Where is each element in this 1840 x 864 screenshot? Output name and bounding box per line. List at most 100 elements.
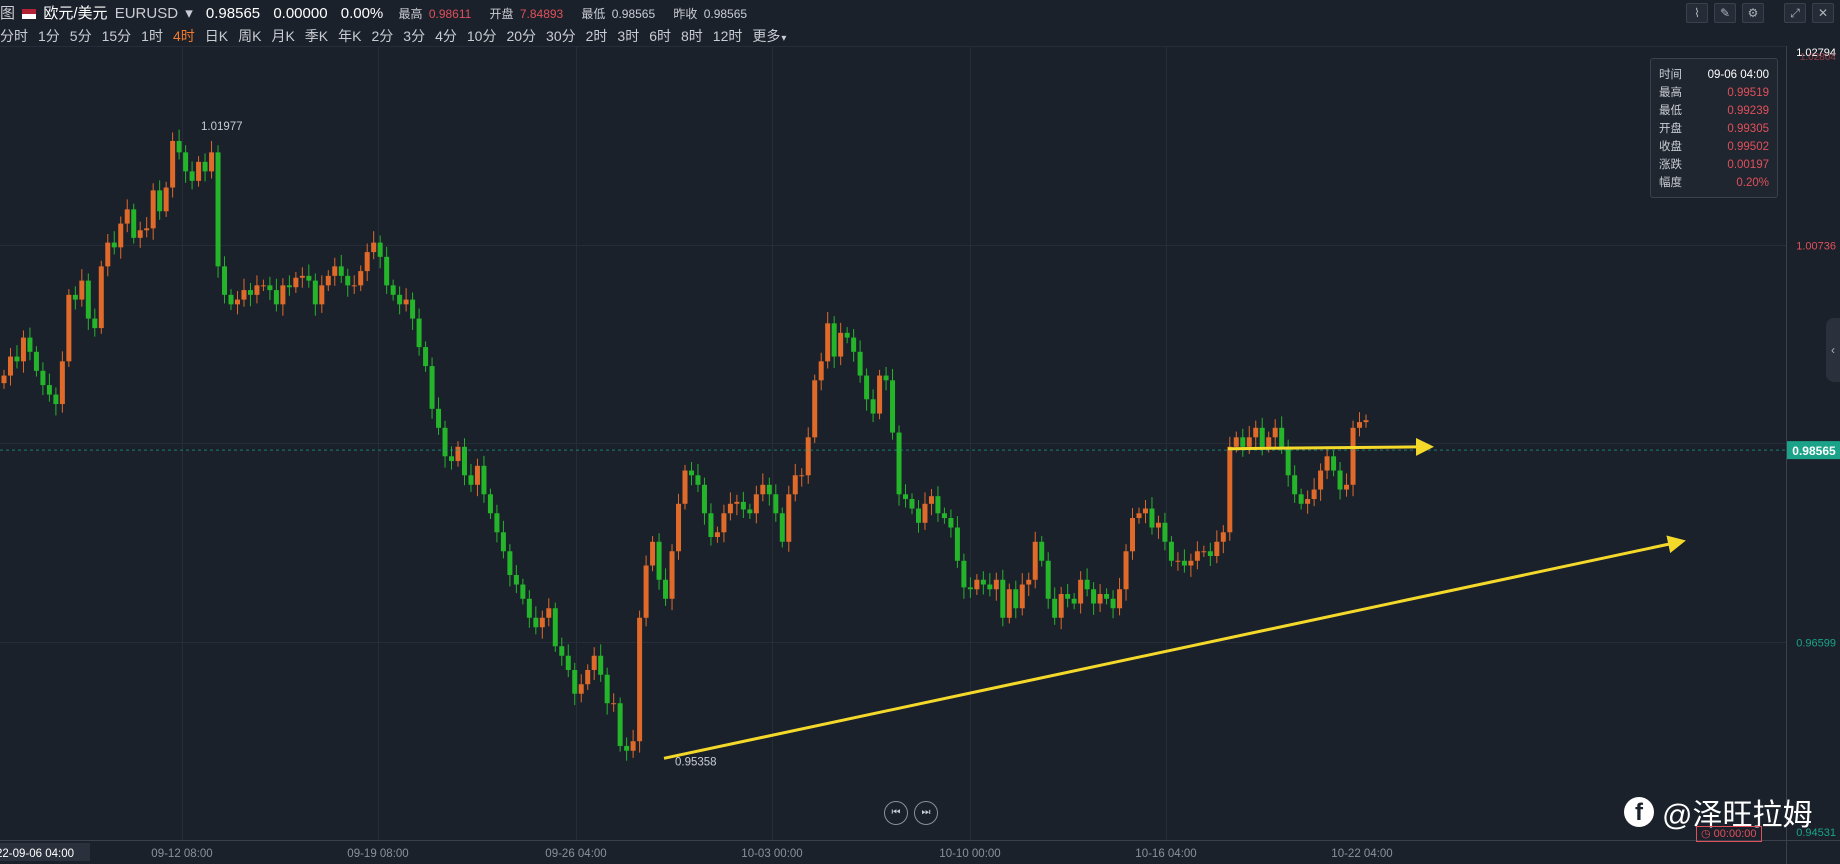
indicator-icon[interactable]: ⌇ xyxy=(1686,3,1708,23)
candle-66 xyxy=(429,357,435,419)
candle-169 xyxy=(1097,584,1103,613)
candle-42 xyxy=(273,278,279,312)
interval-6[interactable]: 日K xyxy=(205,26,228,46)
interval-12[interactable]: 3分 xyxy=(403,26,425,46)
y-tick-2: 0.96599 xyxy=(1796,638,1836,650)
candle-107 xyxy=(695,463,701,492)
candle-136 xyxy=(883,367,889,391)
candle-103 xyxy=(669,544,675,611)
candle-156 xyxy=(1013,580,1019,619)
symbol-name[interactable]: 欧元/美元 xyxy=(43,5,107,22)
interval-13[interactable]: 4分 xyxy=(435,26,457,46)
candle-160 xyxy=(1039,536,1045,567)
candle-162 xyxy=(1052,587,1058,625)
interval-3[interactable]: 15分 xyxy=(102,26,132,46)
interval-19[interactable]: 6时 xyxy=(649,26,671,46)
symbol-dropdown-icon[interactable]: ▾ xyxy=(185,5,193,22)
interval-1[interactable]: 1分 xyxy=(38,26,60,46)
candle-83 xyxy=(539,610,545,639)
candle-175 xyxy=(1136,507,1142,524)
candle-17 xyxy=(111,231,117,255)
candle-31 xyxy=(202,153,208,182)
interval-22[interactable]: 更多▾ xyxy=(752,26,796,46)
candle-0 xyxy=(1,369,7,389)
symbol-code[interactable]: EURUSD xyxy=(115,5,178,22)
candle-123 xyxy=(799,468,805,487)
price-change: 0.00000 xyxy=(273,5,328,22)
candle-165 xyxy=(1071,593,1077,610)
candle-102 xyxy=(663,568,669,606)
candle-23 xyxy=(150,183,156,240)
interval-18[interactable]: 3时 xyxy=(617,26,639,46)
skip-back-icon[interactable]: ⏮ xyxy=(884,801,908,825)
candle-205 xyxy=(1331,450,1337,477)
interval-9[interactable]: 季K xyxy=(305,26,328,46)
interval-2[interactable]: 5分 xyxy=(70,26,92,46)
interval-14[interactable]: 10分 xyxy=(467,26,497,46)
candle-127 xyxy=(825,311,831,369)
candle-75 xyxy=(487,488,493,519)
candle-131 xyxy=(851,329,857,362)
side-panel-toggle[interactable]: ‹ xyxy=(1826,318,1840,382)
candle-201 xyxy=(1305,490,1311,514)
candle-153 xyxy=(993,572,999,601)
candle-180 xyxy=(1168,536,1174,567)
interval-7[interactable]: 周K xyxy=(238,26,261,46)
candle-120 xyxy=(779,507,785,548)
bar-countdown: ◷ 00:00:00 xyxy=(1696,826,1762,842)
candle-29 xyxy=(189,161,195,190)
interval-4[interactable]: 1时 xyxy=(141,26,163,46)
x-label-3: 09-26 04:00 xyxy=(545,848,606,860)
candle-84 xyxy=(546,598,552,627)
stat-high: 最高 0.98611 xyxy=(398,7,472,21)
candle-90 xyxy=(585,664,591,690)
interval-5[interactable]: 4时 xyxy=(173,26,195,46)
candle-49 xyxy=(319,275,325,313)
candle-35 xyxy=(228,289,234,311)
interval-21[interactable]: 12时 xyxy=(713,26,743,46)
interval-8[interactable]: 月K xyxy=(271,26,294,46)
candle-41 xyxy=(267,276,273,301)
candle-138 xyxy=(896,425,902,506)
settings-sliders-icon[interactable]: ⚙ xyxy=(1742,3,1764,23)
candle-171 xyxy=(1110,590,1116,619)
candle-8 xyxy=(53,387,59,416)
interval-0[interactable]: 分时 xyxy=(0,26,28,46)
close-icon[interactable]: ✕ xyxy=(1812,3,1834,23)
interval-17[interactable]: 2时 xyxy=(586,26,608,46)
draw-pen-icon[interactable]: ✎ xyxy=(1714,3,1736,23)
more-dropdown-icon[interactable]: ▾ xyxy=(781,33,786,44)
candle-94 xyxy=(611,693,617,712)
candle-151 xyxy=(980,571,986,595)
current-price-tag-label: 0.98565 xyxy=(1792,444,1836,458)
fullscreen-icon[interactable]: ⤢ xyxy=(1784,3,1806,23)
interval-15[interactable]: 20分 xyxy=(506,26,536,46)
interval-16[interactable]: 30分 xyxy=(546,26,576,46)
candle-133 xyxy=(864,368,870,411)
candle-72 xyxy=(468,463,474,492)
candle-122 xyxy=(792,463,798,502)
candle-59 xyxy=(384,246,390,294)
interval-10[interactable]: 年K xyxy=(338,26,361,46)
skip-forward-icon[interactable]: ⏭ xyxy=(914,801,938,825)
candle-52 xyxy=(338,254,344,283)
candle-178 xyxy=(1155,515,1161,539)
y-tick-top-faint: 1.02804 xyxy=(1800,52,1837,63)
top-bar: 图 欧元/美元 EURUSD ▾ 0.98565 0.00000 0.00% 最… xyxy=(0,0,1840,24)
interval-11[interactable]: 2分 xyxy=(371,26,393,46)
candle-176 xyxy=(1142,499,1148,524)
candle-185 xyxy=(1201,545,1207,557)
candle-48 xyxy=(312,273,318,316)
candle-97 xyxy=(630,729,636,758)
candle-95 xyxy=(617,697,623,752)
candle-172 xyxy=(1117,577,1123,616)
candle-15 xyxy=(98,260,104,334)
candle-70 xyxy=(455,441,461,467)
stat-open: 开盘 7.84893 xyxy=(489,7,564,21)
candle-143 xyxy=(928,489,934,516)
candlestick-chart[interactable]: 0.985651.027941.007360.965990.945311.028… xyxy=(0,46,1840,864)
interval-20[interactable]: 8时 xyxy=(681,26,703,46)
candle-183 xyxy=(1188,553,1194,577)
candle-89 xyxy=(578,674,584,703)
candle-76 xyxy=(494,504,500,543)
